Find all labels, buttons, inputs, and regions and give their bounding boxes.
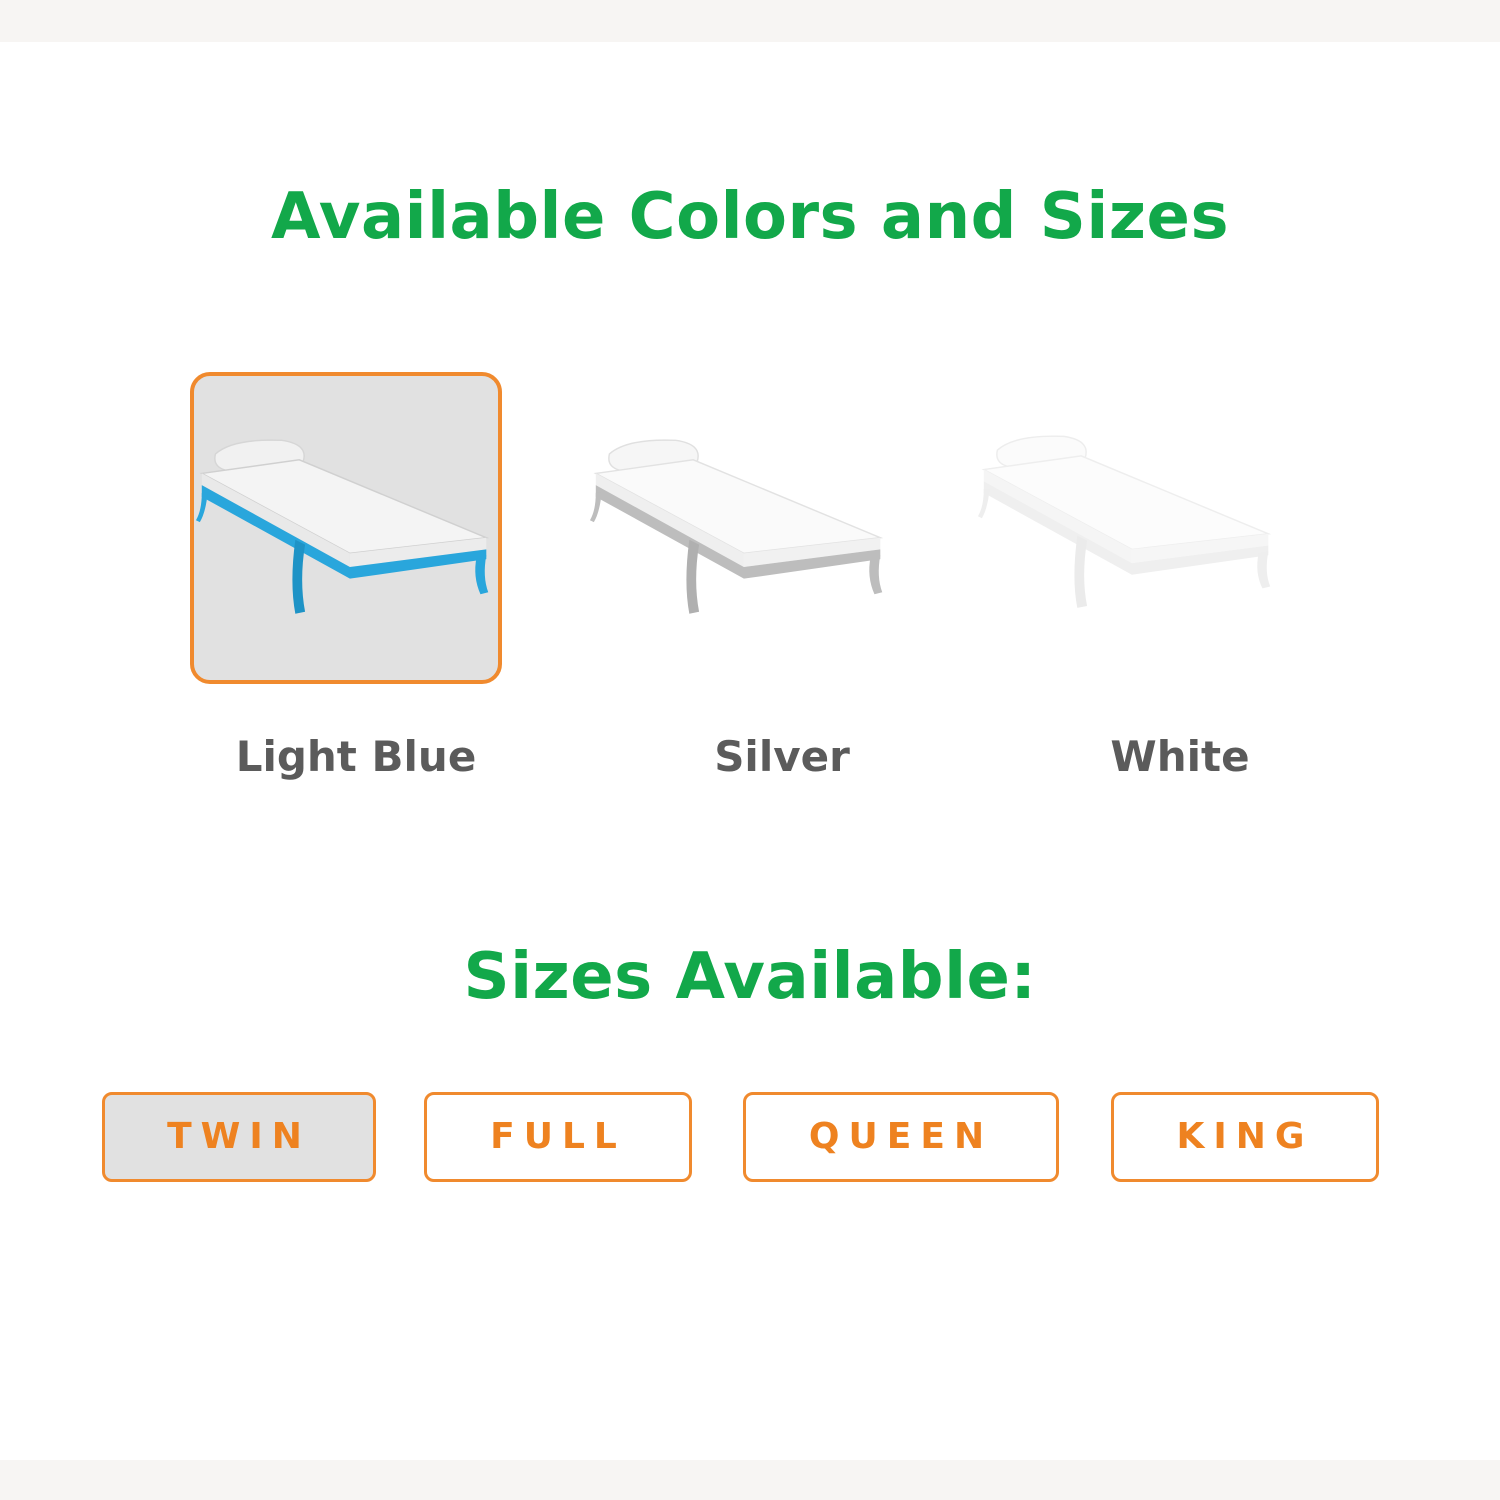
size-button-twin[interactable]: TWIN (102, 1092, 376, 1182)
color-swatch-light-blue[interactable] (190, 372, 502, 684)
size-button-king[interactable]: KING (1111, 1092, 1379, 1182)
page-title: Available Colors and Sizes (270, 180, 1230, 254)
color-swatch-silver[interactable] (584, 372, 896, 684)
color-label-white: White (1110, 732, 1250, 781)
color-swatch-white[interactable] (972, 372, 1284, 684)
product-options-panel: Available Colors and Sizes Light Blue Si… (0, 42, 1500, 1460)
bed-frame-silver-image (589, 439, 884, 614)
size-button-queen[interactable]: QUEEN (743, 1092, 1059, 1182)
size-button-full[interactable]: FULL (424, 1092, 692, 1182)
color-label-silver: Silver (714, 732, 850, 781)
bed-frame-light-blue-image (195, 439, 490, 614)
bed-frame-white-image (977, 435, 1272, 608)
sizes-heading: Sizes Available: (463, 940, 1037, 1014)
color-label-light-blue: Light Blue (235, 732, 477, 781)
